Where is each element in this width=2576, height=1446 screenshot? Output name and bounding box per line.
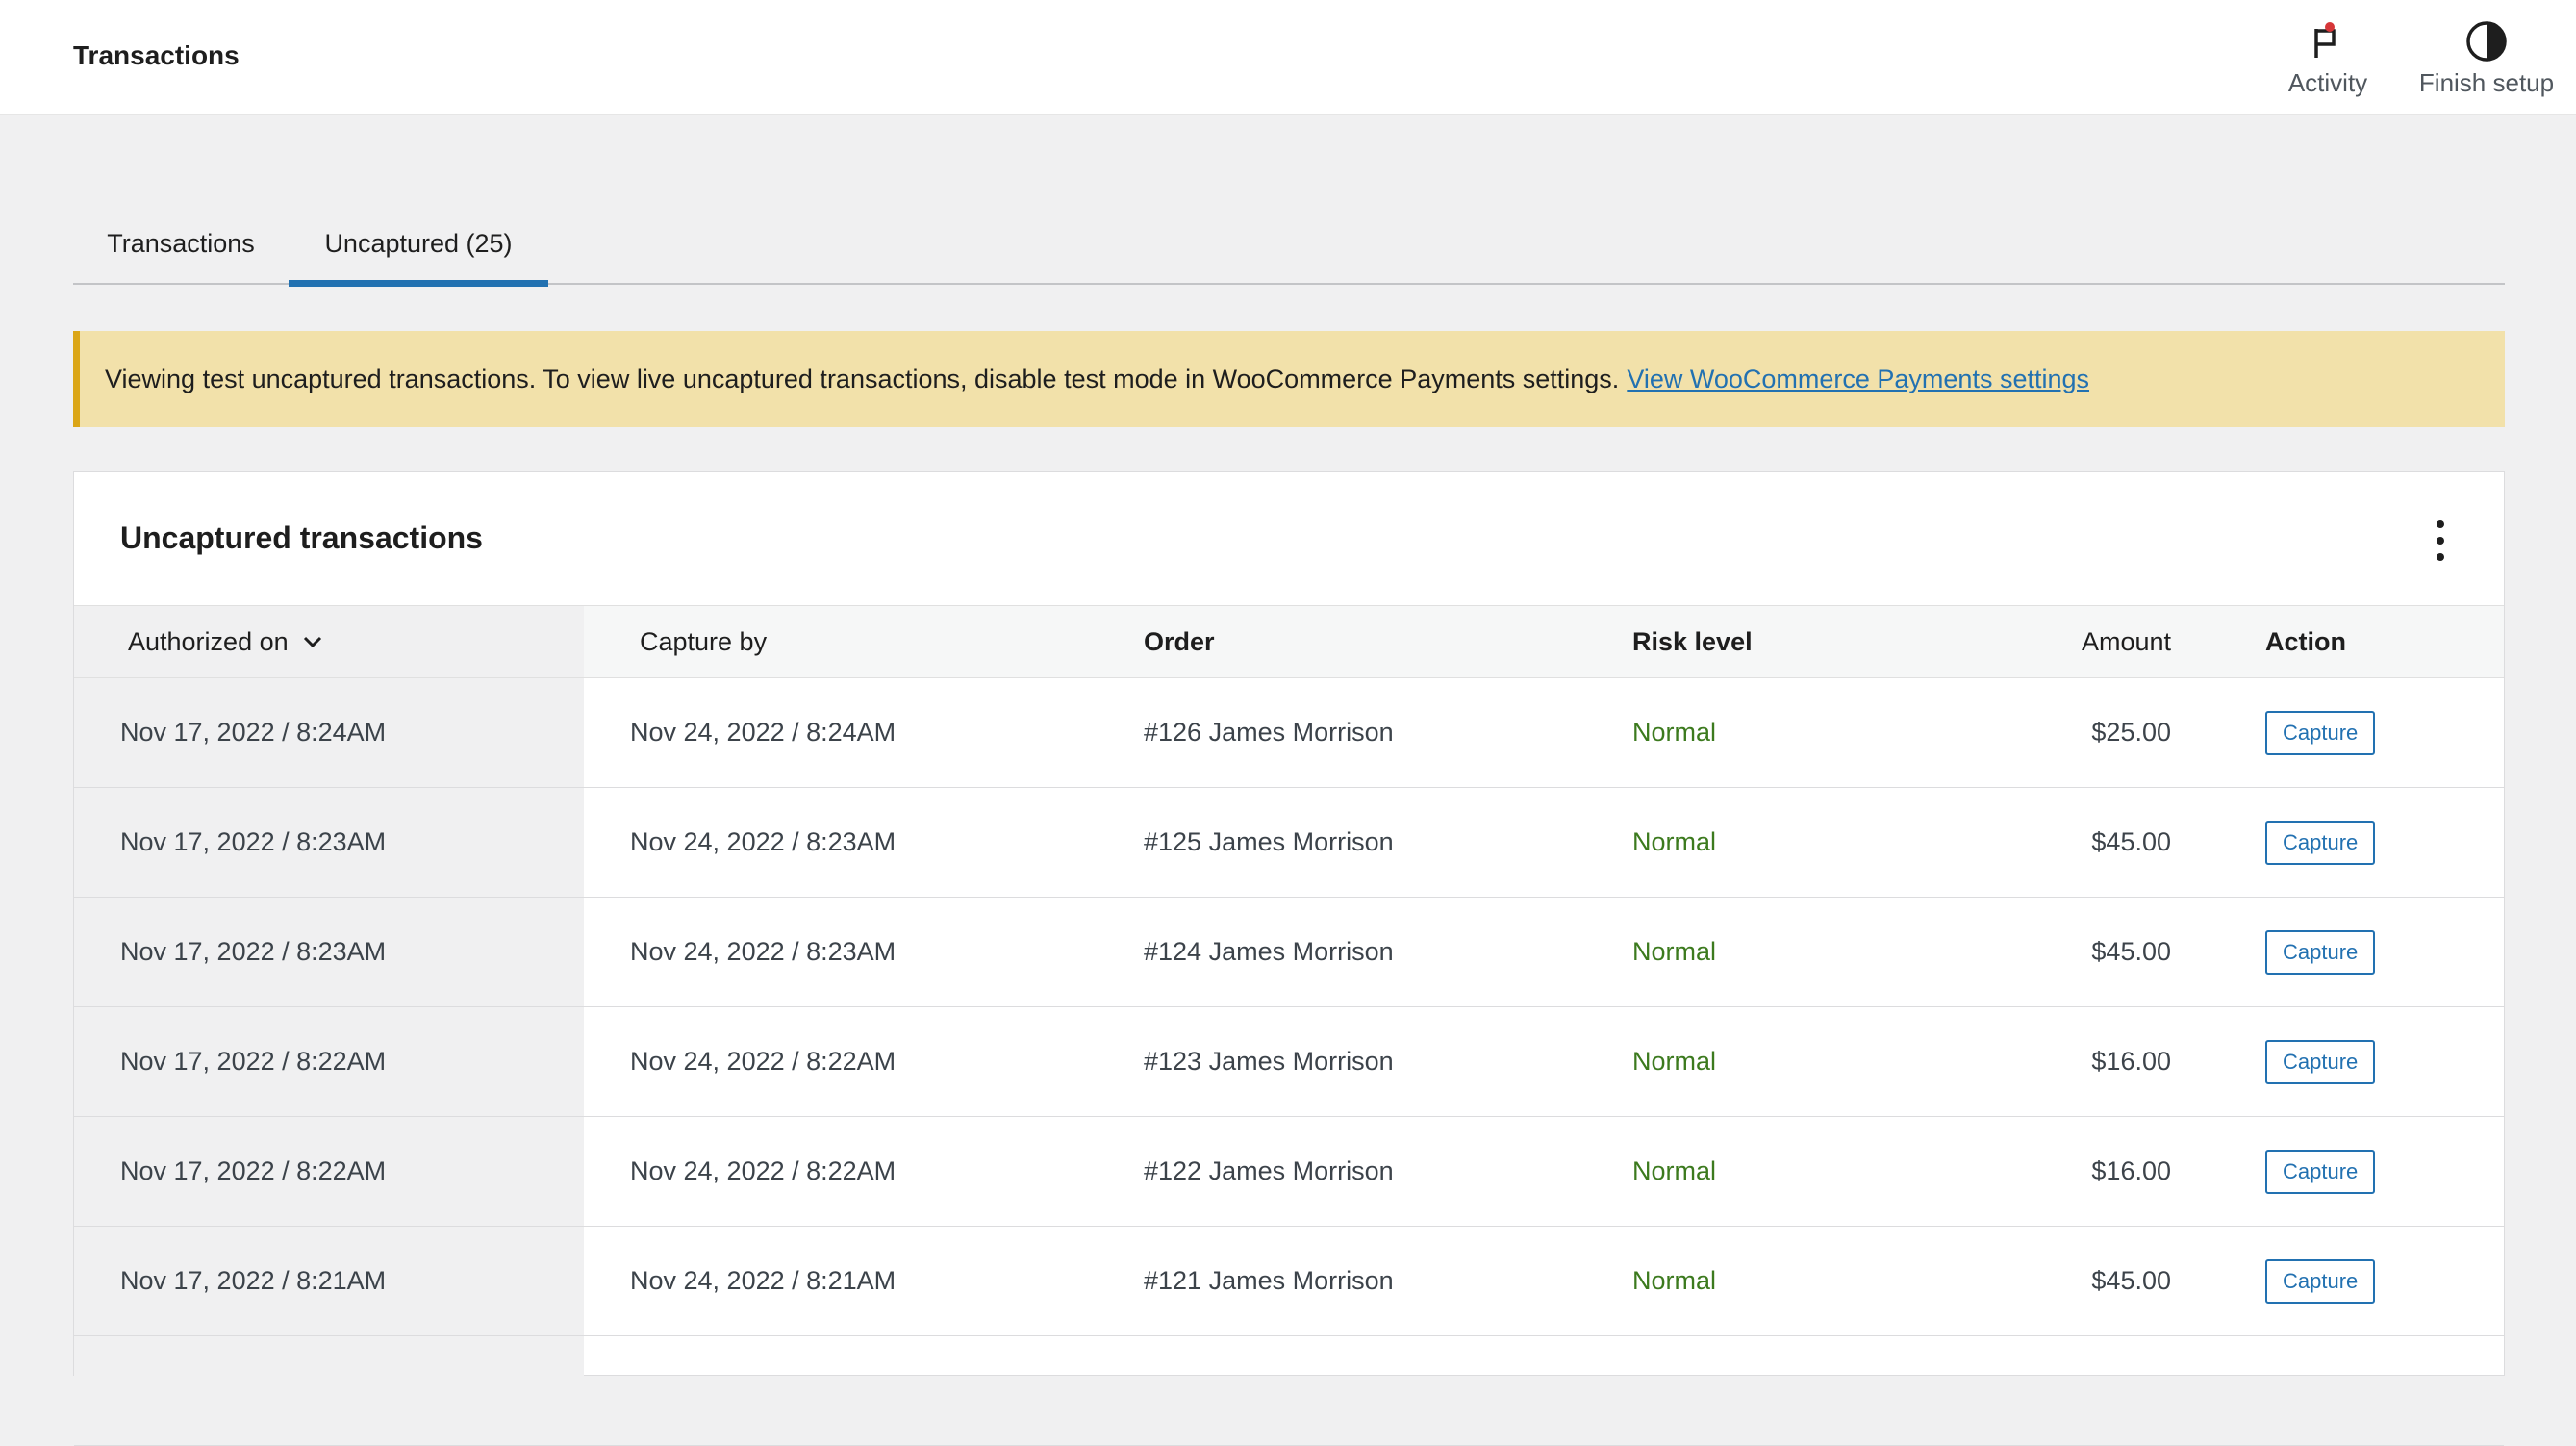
capture-by-cell: Nov 24, 2022 / 8:23AM xyxy=(630,937,897,966)
flag-icon xyxy=(2305,19,2351,63)
order-cell[interactable]: #125 James Morrison xyxy=(1144,788,1625,897)
column-action: Action xyxy=(2265,626,2346,656)
table-row xyxy=(74,1336,2504,1446)
amount-cell: $45.00 xyxy=(2091,937,2171,966)
test-mode-notice: Viewing test uncaptured transactions. To… xyxy=(73,331,2505,427)
capture-by-cell: Nov 24, 2022 / 8:24AM xyxy=(630,718,897,747)
settings-link[interactable]: View WooCommerce Payments settings xyxy=(1627,365,2089,394)
column-amount[interactable]: Amount xyxy=(1998,606,2171,677)
capture-button[interactable]: Capture xyxy=(2265,1149,2376,1194)
action-cell: Capture xyxy=(2265,678,2496,787)
finish-setup-button[interactable]: Finish setup xyxy=(2414,19,2559,98)
risk-level-cell: Normal xyxy=(1632,827,1717,856)
more-options-icon[interactable] xyxy=(2431,520,2450,561)
capture-by-cell: Nov 24, 2022 / 8:21AM xyxy=(630,1266,897,1295)
capture-button[interactable]: Capture xyxy=(2265,820,2376,865)
activity-label: Activity xyxy=(2287,68,2368,97)
capture-button[interactable]: Capture xyxy=(2265,710,2376,755)
tab-bar: Transactions Uncaptured (25) xyxy=(73,202,2505,287)
column-authorized-on-label: Authorized on xyxy=(128,626,289,656)
risk-level-cell: Normal xyxy=(1632,937,1717,966)
capture-button[interactable]: Capture xyxy=(2265,929,2376,975)
capture-by-cell: Nov 24, 2022 / 8:23AM xyxy=(630,827,897,856)
risk-level-cell: Normal xyxy=(1632,1266,1717,1295)
authorized-on-cell: Nov 17, 2022 / 8:24AM xyxy=(74,678,584,787)
amount-cell: $45.00 xyxy=(2091,1266,2171,1295)
order-cell[interactable]: #121 James Morrison xyxy=(1144,1227,1625,1335)
authorized-on-cell: Nov 17, 2022 / 8:21AM xyxy=(74,1227,584,1335)
action-cell: Capture xyxy=(2265,1117,2496,1226)
card-title: Uncaptured transactions xyxy=(120,520,483,555)
capture-button[interactable]: Capture xyxy=(2265,1039,2376,1084)
table-row: Nov 17, 2022 / 8:23AM Nov 24, 2022 / 8:2… xyxy=(74,898,2504,1007)
action-cell: Capture xyxy=(2265,898,2496,1006)
authorized-on-cell xyxy=(74,1336,584,1445)
table-row: Nov 17, 2022 / 8:23AM Nov 24, 2022 / 8:2… xyxy=(74,788,2504,898)
uncaptured-transactions-card: Uncaptured transactions Authorized on Ca… xyxy=(73,471,2505,1446)
capture-button[interactable]: Capture xyxy=(2265,1258,2376,1304)
half-circle-icon xyxy=(2463,19,2510,63)
card-header: Uncaptured transactions xyxy=(74,472,2504,605)
action-cell: Capture xyxy=(2265,1007,2496,1116)
capture-by-cell xyxy=(584,1336,1094,1445)
table-row: Nov 17, 2022 / 8:22AM Nov 24, 2022 / 8:2… xyxy=(74,1117,2504,1227)
action-cell: Capture xyxy=(2265,1227,2496,1335)
tab-uncaptured[interactable]: Uncaptured (25) xyxy=(289,202,548,287)
table-row: Nov 17, 2022 / 8:21AM Nov 24, 2022 / 8:2… xyxy=(74,1227,2504,1336)
table-row: Nov 17, 2022 / 8:22AM Nov 24, 2022 / 8:2… xyxy=(74,1007,2504,1117)
order-cell[interactable]: #123 James Morrison xyxy=(1144,1007,1625,1116)
capture-by-cell: Nov 24, 2022 / 8:22AM xyxy=(630,1156,897,1185)
activity-button[interactable]: Activity xyxy=(2280,19,2376,98)
column-risk-level[interactable]: Risk level xyxy=(1632,606,2017,677)
amount-cell: $25.00 xyxy=(2091,718,2171,747)
table-header: Authorized on Capture by Order Risk leve… xyxy=(74,605,2504,678)
order-cell[interactable]: #124 James Morrison xyxy=(1144,898,1625,1006)
column-order[interactable]: Order xyxy=(1144,606,1625,677)
table-body: Nov 17, 2022 / 8:24AM Nov 24, 2022 / 8:2… xyxy=(74,678,2504,1446)
amount-cell: $45.00 xyxy=(2091,827,2171,856)
chevron-down-icon xyxy=(302,635,323,648)
notice-text: Viewing test uncaptured transactions. To… xyxy=(105,364,1620,393)
risk-level-cell: Normal xyxy=(1632,1047,1717,1076)
authorized-on-cell: Nov 17, 2022 / 8:23AM xyxy=(74,788,584,897)
risk-level-cell: Normal xyxy=(1632,718,1717,747)
amount-cell: $16.00 xyxy=(2091,1047,2171,1076)
risk-level-cell: Normal xyxy=(1632,1156,1717,1185)
capture-by-cell: Nov 24, 2022 / 8:22AM xyxy=(630,1047,897,1076)
column-authorized-on[interactable]: Authorized on xyxy=(74,606,584,677)
page-title: Transactions xyxy=(73,40,240,70)
table-row: Nov 17, 2022 / 8:24AM Nov 24, 2022 / 8:2… xyxy=(74,678,2504,788)
authorized-on-cell: Nov 17, 2022 / 8:22AM xyxy=(74,1007,584,1116)
order-cell[interactable]: #126 James Morrison xyxy=(1144,678,1625,787)
finish-setup-label: Finish setup xyxy=(2418,68,2555,97)
authorized-on-cell: Nov 17, 2022 / 8:22AM xyxy=(74,1117,584,1226)
amount-cell: $16.00 xyxy=(2091,1156,2171,1185)
order-cell[interactable]: #122 James Morrison xyxy=(1144,1117,1625,1226)
column-capture-by[interactable]: Capture by xyxy=(584,606,1094,677)
top-bar: Transactions Activity Finish setup xyxy=(0,0,2576,115)
action-cell: Capture xyxy=(2265,788,2496,897)
tab-transactions[interactable]: Transactions xyxy=(73,202,289,285)
authorized-on-cell: Nov 17, 2022 / 8:23AM xyxy=(74,898,584,1006)
